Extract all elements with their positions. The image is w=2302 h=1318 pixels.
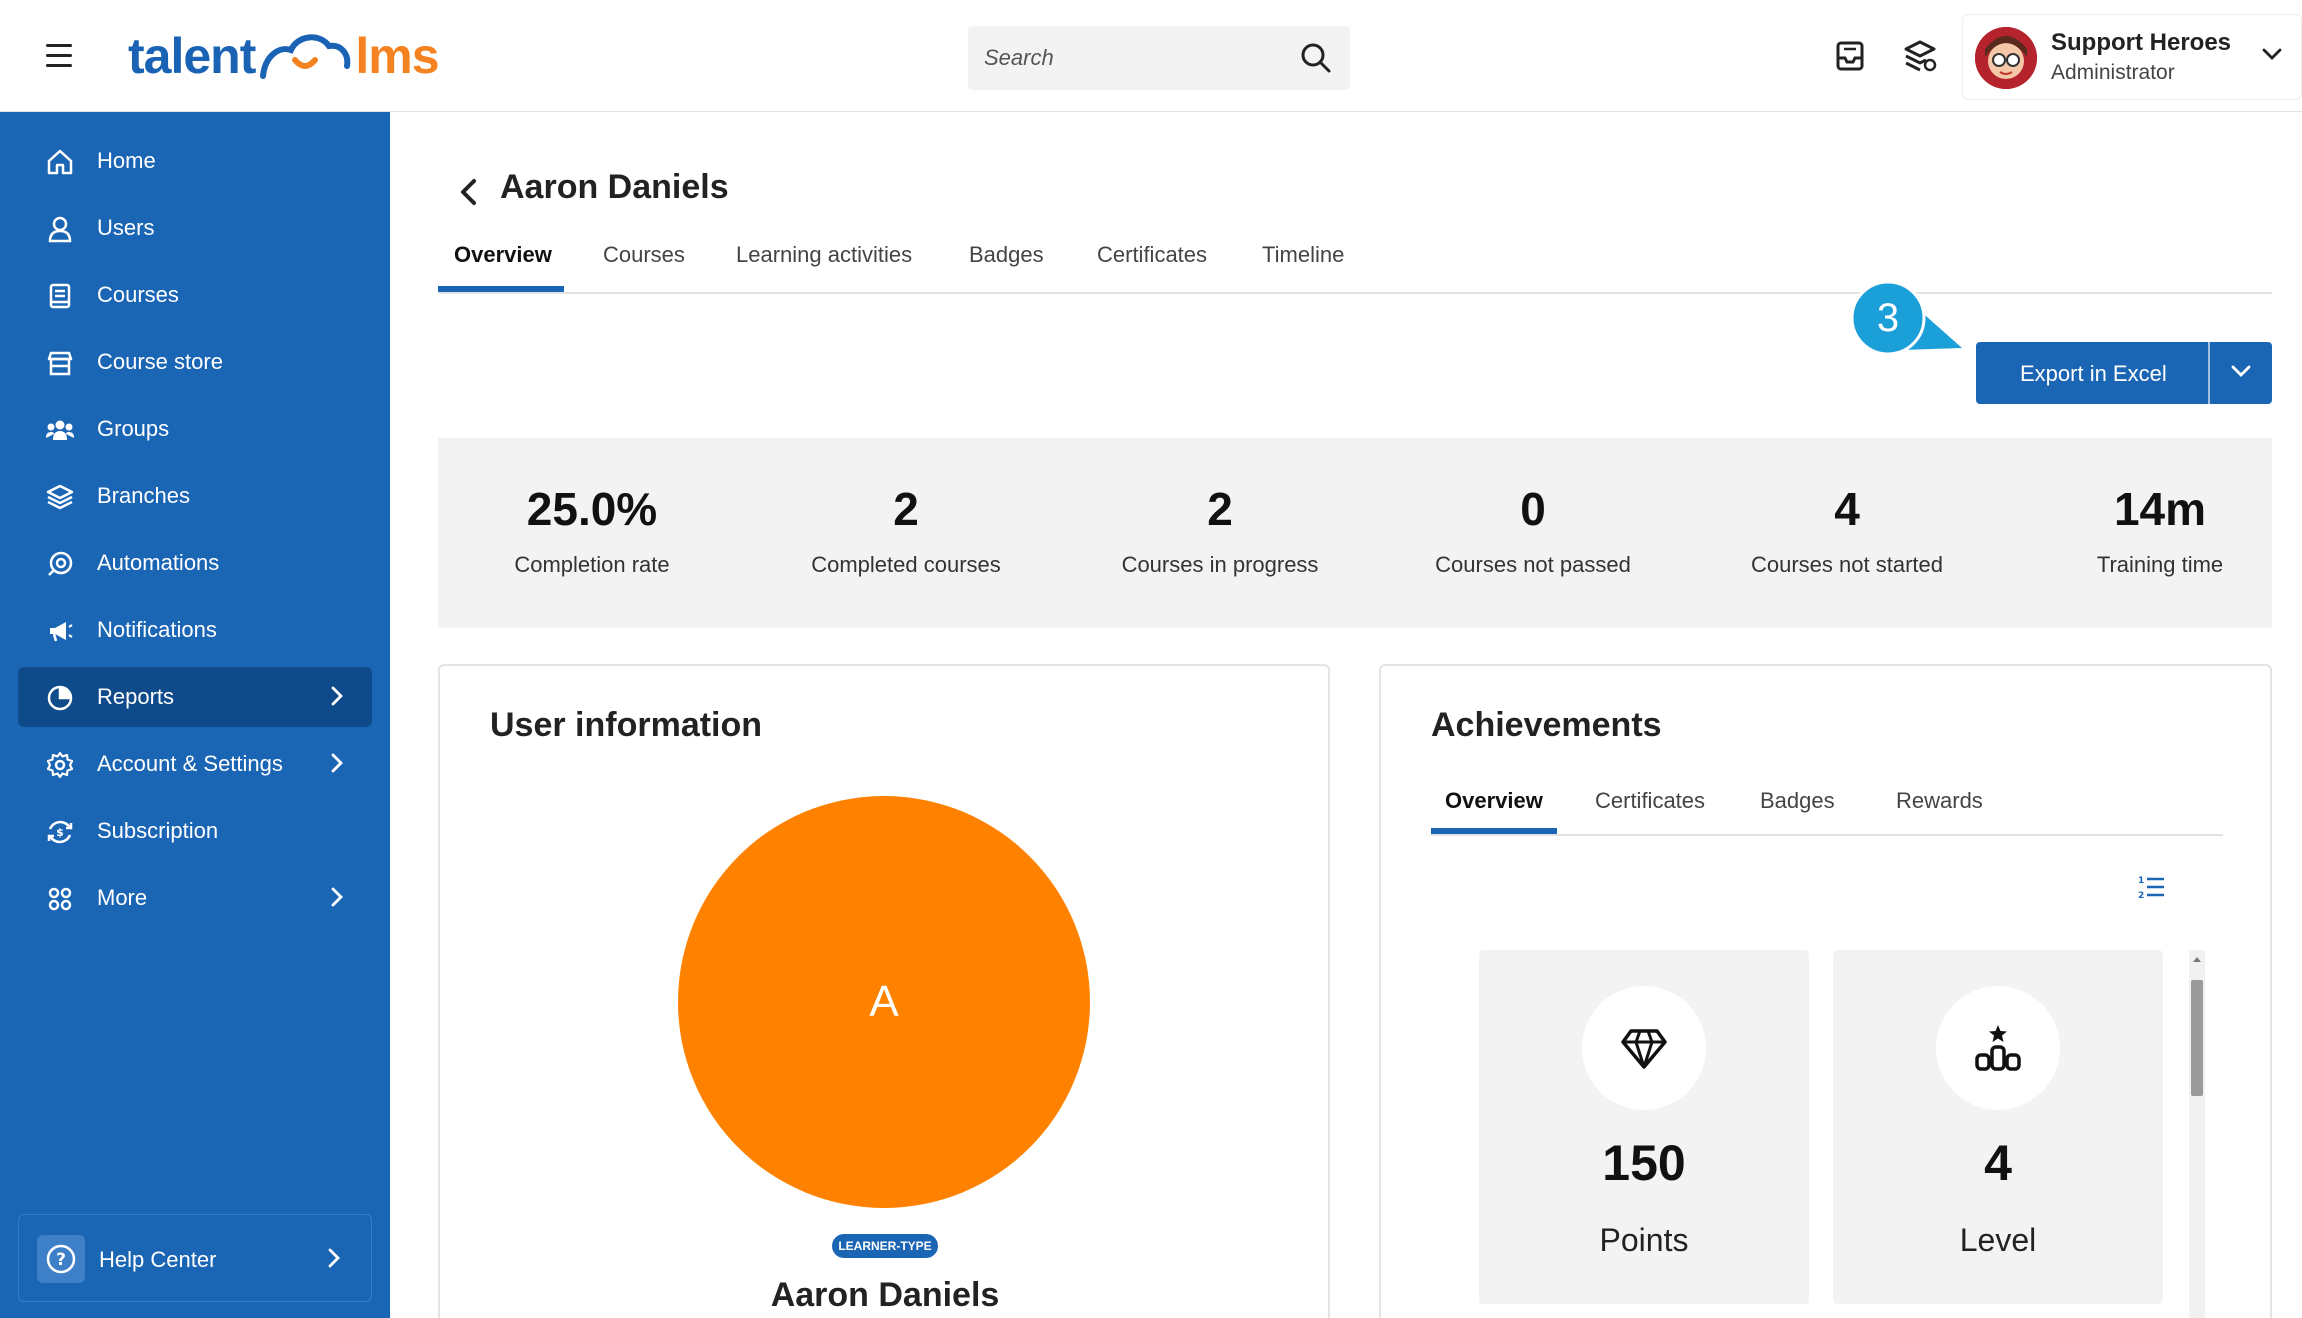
search-icon[interactable] — [1300, 42, 1332, 74]
user-tabs: Overview Courses Learning activities Bad… — [438, 230, 2272, 294]
user-avatar-large: A — [678, 796, 1090, 1208]
sidebar-item-subscription[interactable]: $ Subscription — [18, 801, 372, 861]
sidebar-item-home[interactable]: Home — [18, 131, 372, 191]
chevron-right-icon — [331, 753, 343, 773]
chevron-right-icon — [331, 887, 343, 907]
store-icon — [47, 351, 73, 376]
step-callout-badge: 3 — [1850, 280, 1962, 356]
chevron-down-icon[interactable] — [2230, 364, 2252, 378]
sidebar-item-course-store[interactable]: Course store — [18, 332, 372, 392]
search-box — [968, 26, 1350, 90]
points-label: Points — [1599, 1222, 1689, 1258]
points-tile: 150 Points — [1479, 950, 1809, 1304]
svg-text:$: $ — [56, 826, 64, 839]
user-full-name: Aaron Daniels — [770, 1276, 1000, 1314]
chevron-right-icon — [331, 686, 343, 706]
talentlms-logo[interactable]: talent lms — [128, 26, 440, 86]
user-avatar — [1975, 27, 2037, 89]
tab-achievements-overview[interactable]: Overview — [1445, 788, 1543, 814]
svg-text:?: ? — [56, 1250, 66, 1270]
points-value: 150 — [1602, 1135, 1686, 1191]
sidebar-item-branches[interactable]: Branches — [18, 466, 372, 526]
page-title: Aaron Daniels — [500, 168, 729, 206]
level-value: 4 — [1984, 1135, 2012, 1191]
stat-courses-not-passed: 0 Courses not passed — [1435, 483, 1631, 577]
tab-learning-activities[interactable]: Learning activities — [736, 242, 912, 268]
tab-achievements-certificates[interactable]: Certificates — [1595, 788, 1705, 814]
podium-icon — [1975, 1025, 2021, 1071]
grid-icon — [48, 887, 72, 911]
automation-icon — [48, 551, 73, 576]
achievements-tabs: Overview Certificates Badges Rewards — [1431, 776, 2223, 836]
sidebar-item-groups[interactable]: Groups — [18, 399, 372, 459]
cloud-logo-icon — [260, 34, 351, 79]
svg-text:2: 2 — [2138, 891, 2144, 900]
question-circle-icon: ? — [46, 1244, 76, 1274]
active-tab-indicator — [1431, 828, 1557, 834]
achievements-card: Achievements Overview Certificates Badge… — [1379, 664, 2272, 1318]
export-in-excel-button[interactable]: Export in Excel — [1976, 342, 2272, 404]
search-input[interactable] — [984, 26, 1284, 90]
tab-timeline[interactable]: Timeline — [1262, 242, 1344, 268]
groups-icon — [46, 420, 74, 440]
ordered-list-icon[interactable]: 1 2 — [2137, 874, 2165, 900]
stat-courses-in-progress: 2 Courses in progress — [1121, 483, 1319, 577]
megaphone-icon — [50, 622, 73, 642]
subscription-icon: $ — [47, 820, 73, 844]
level-icon-circle — [1936, 986, 2060, 1110]
stat-courses-not-started: 4 Courses not started — [1751, 483, 1943, 577]
sidebar-item-reports[interactable]: Reports — [18, 667, 372, 727]
learner-type-badge: LEARNER-TYPE — [832, 1234, 938, 1258]
chevron-right-icon — [328, 1248, 340, 1268]
hamburger-menu-icon[interactable] — [46, 44, 76, 68]
card-title: User information — [490, 706, 763, 744]
chevron-down-icon[interactable] — [2261, 47, 2283, 61]
layers-icon — [46, 484, 74, 510]
button-divider — [2208, 342, 2210, 404]
pie-chart-icon — [47, 685, 73, 711]
tab-certificates[interactable]: Certificates — [1097, 242, 1207, 268]
diamond-icon — [1621, 1029, 1667, 1069]
tab-overview[interactable]: Overview — [454, 242, 552, 268]
stats-summary: 25.0% Completion rate 2 Completed course… — [438, 438, 2272, 628]
sidebar-item-automations[interactable]: Automations — [18, 533, 372, 593]
inbox-icon[interactable] — [1832, 38, 1868, 74]
sidebar: Home Users Courses Course store Groups B… — [0, 112, 390, 1318]
svg-text:1: 1 — [2138, 876, 2144, 886]
sidebar-item-account-settings[interactable]: Account & Settings — [18, 734, 372, 794]
sidebar-item-notifications[interactable]: Notifications — [18, 600, 372, 660]
step-number: 3 — [1877, 296, 1899, 340]
sidebar-item-more[interactable]: More — [18, 868, 372, 928]
stat-completed-courses: 2 Completed courses — [811, 483, 1001, 577]
tab-badges[interactable]: Badges — [969, 242, 1044, 268]
tab-achievements-rewards[interactable]: Rewards — [1896, 788, 1983, 814]
user-name: Support Heroes — [2051, 29, 2232, 56]
home-icon — [47, 149, 73, 175]
branches-switch-icon[interactable] — [1902, 38, 1938, 74]
help-center-button[interactable]: ? Help Center — [18, 1214, 372, 1302]
tab-achievements-badges[interactable]: Badges — [1760, 788, 1835, 814]
back-arrow-icon[interactable] — [456, 176, 482, 208]
active-tab-indicator — [438, 286, 564, 292]
stat-completion-rate: 25.0% Completion rate — [514, 483, 670, 577]
user-role: Administrator — [2051, 61, 2175, 84]
stat-training-time: 14m Training time — [2096, 483, 2224, 577]
card-title: Achievements — [1431, 706, 1662, 744]
achievements-scrollbar[interactable] — [2189, 950, 2205, 1318]
top-header: talent lms Search Support Heroes Adminis… — [0, 0, 2302, 112]
scroll-up-arrow-icon[interactable] — [2189, 952, 2205, 966]
gear-icon — [46, 751, 74, 779]
sidebar-item-users[interactable]: Users — [18, 198, 372, 258]
help-icon-box: ? — [37, 1235, 85, 1283]
scrollbar-thumb[interactable] — [2191, 980, 2203, 1096]
sidebar-item-courses[interactable]: Courses — [18, 265, 372, 325]
tab-courses[interactable]: Courses — [603, 242, 685, 268]
book-icon — [49, 283, 71, 309]
level-label: Level — [1959, 1222, 2037, 1258]
level-tile: 4 Level — [1833, 950, 2163, 1304]
user-icon — [48, 216, 72, 243]
user-profile-menu[interactable]: Support Heroes Administrator — [1962, 14, 2302, 100]
user-information-card: User information A LEARNER-TYPE Aaron Da… — [438, 664, 1330, 1318]
points-icon-circle — [1582, 986, 1706, 1110]
